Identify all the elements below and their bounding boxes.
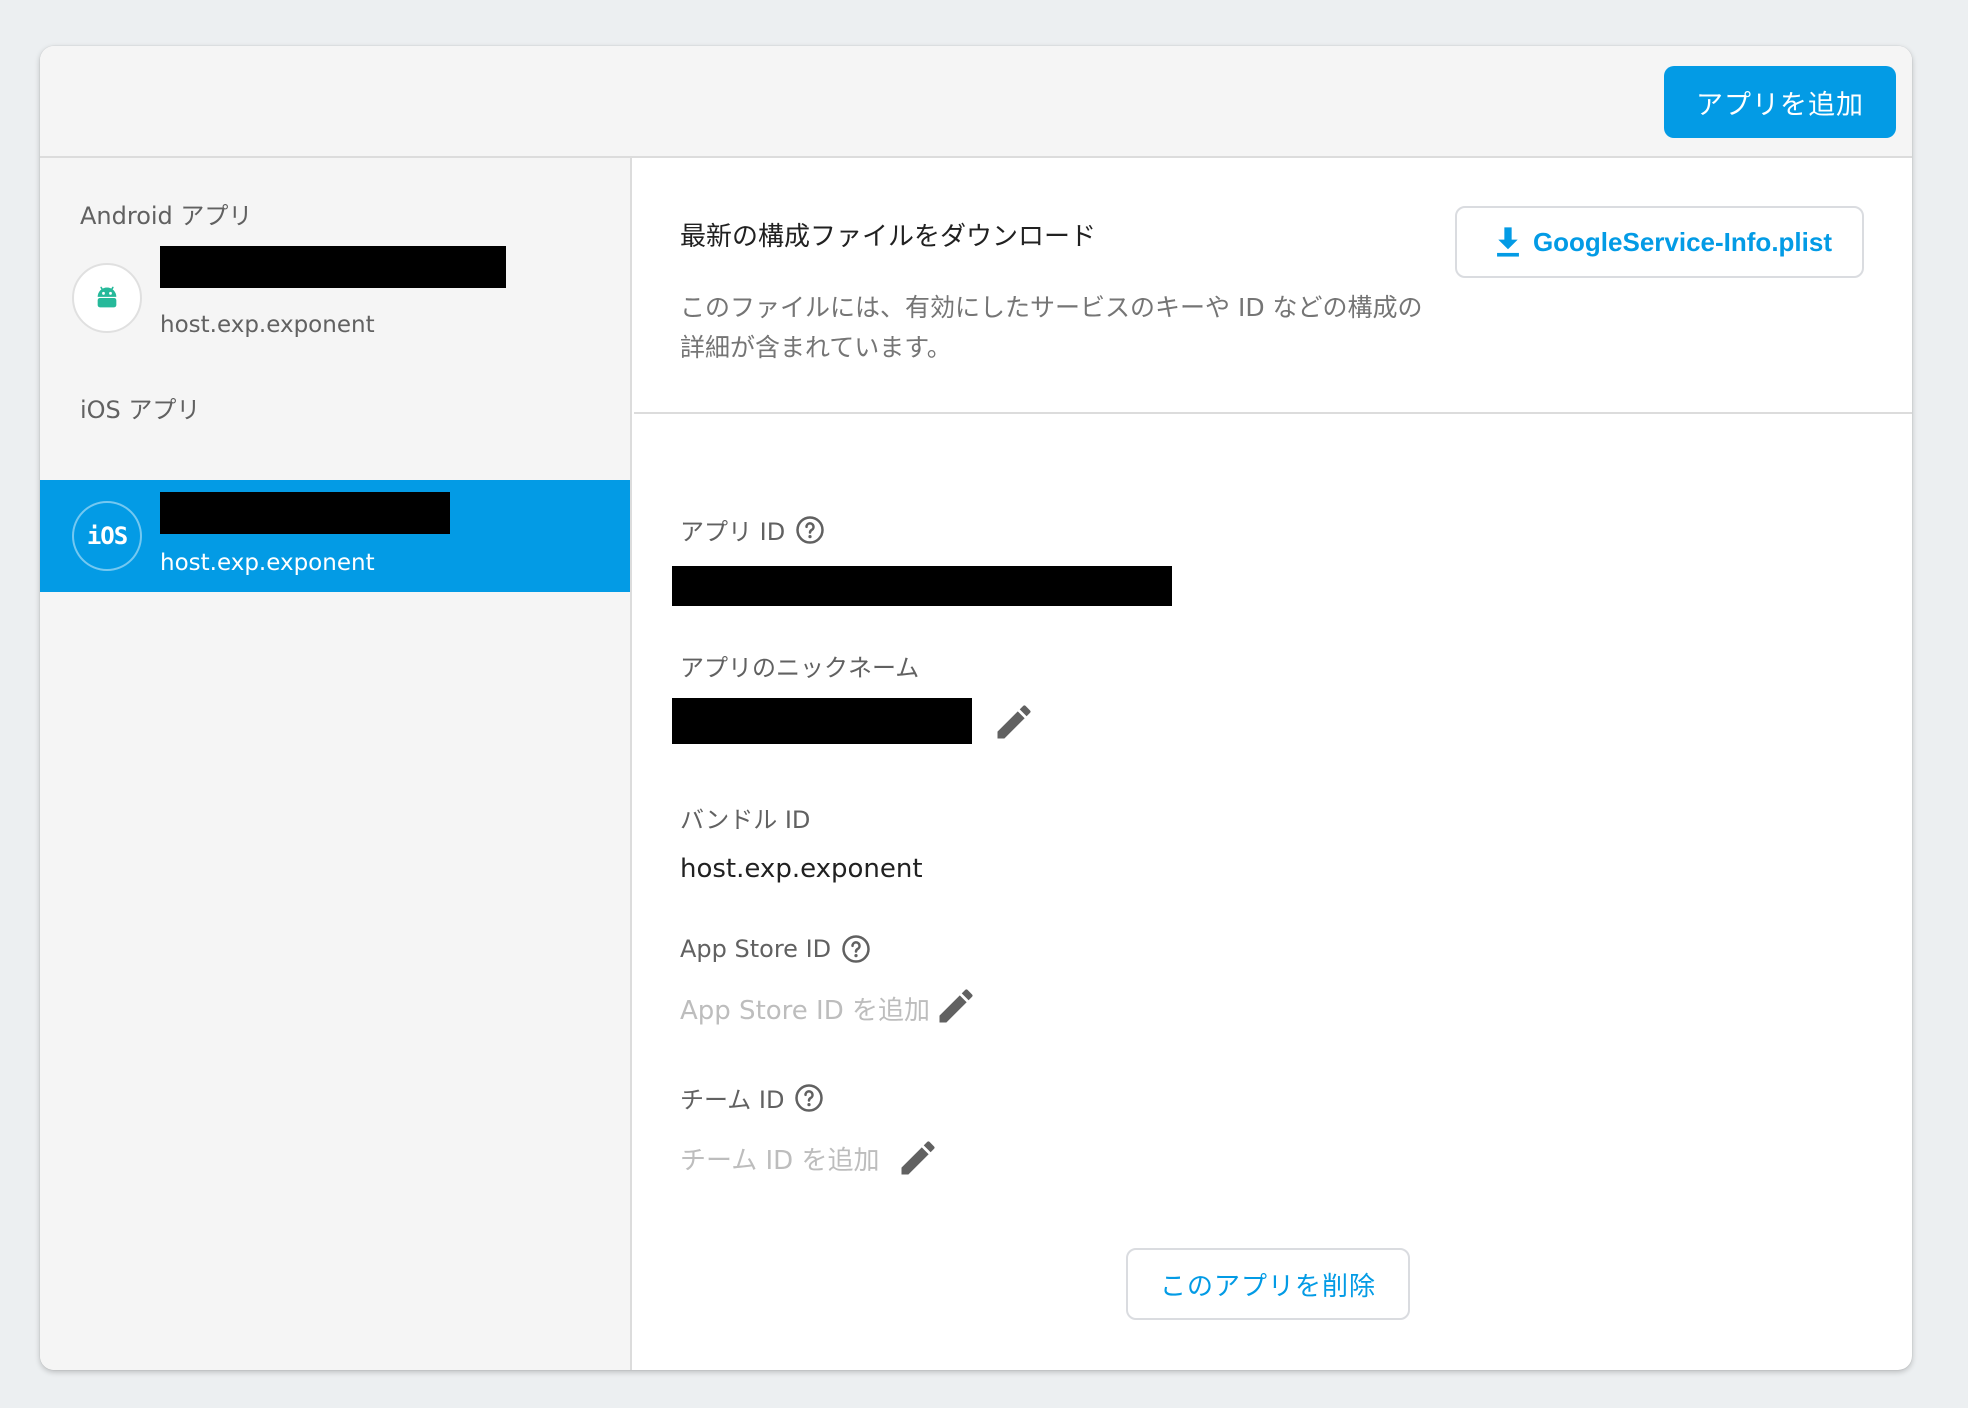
bundle-id-label-text: バンドル ID: [680, 806, 811, 834]
ios-section-label: iOS アプリ: [80, 396, 201, 424]
card-header: アプリを追加: [40, 46, 1912, 158]
nickname-label: アプリのニックネーム: [680, 648, 919, 683]
team-id-label-text: チーム ID: [680, 1086, 785, 1114]
app-list-sidebar: Android アプリ host.exp.exponent iOS アプリ iO…: [40, 158, 632, 1370]
edit-app-store-id-icon[interactable]: [934, 984, 978, 1028]
download-plist-button[interactable]: GoogleService-Info.plist: [1454, 206, 1864, 278]
bundle-id-value: host.exp.exponent: [680, 854, 923, 884]
download-title: 最新の構成ファイルをダウンロード: [680, 222, 1097, 252]
team-id-label: チーム ID: [680, 1080, 824, 1115]
ios-app-avatar: iOS: [72, 501, 142, 571]
redacted-app-id: [672, 566, 1172, 606]
app-id-label-text: アプリ ID: [680, 518, 786, 546]
android-app-avatar: [72, 263, 142, 333]
nickname-label-text: アプリのニックネーム: [680, 654, 920, 682]
app-store-id-placeholder[interactable]: App Store ID を追加: [680, 990, 930, 1027]
app-store-id-label-text: App Store ID: [680, 935, 832, 963]
download-description: このファイルには、有効にしたサービスのキーや ID などの構成の詳細が含まれてい…: [680, 293, 1423, 362]
add-app-button[interactable]: アプリを追加: [1664, 66, 1896, 138]
app-store-id-label: App Store ID: [680, 934, 871, 964]
download-plist-label: GoogleService-Info.plist: [1532, 226, 1832, 257]
ios-app-package: host.exp.exponent: [160, 550, 375, 576]
app-list-item-android[interactable]: host.exp.exponent: [40, 242, 630, 354]
app-details: アプリ ID アプリのニックネーム バンドル ID host.exp.expon…: [634, 416, 1912, 1370]
edit-nickname-icon[interactable]: [992, 700, 1036, 744]
redacted-app-name: [160, 492, 450, 534]
app-id-label: アプリ ID: [680, 512, 825, 547]
android-icon: [97, 286, 117, 308]
delete-app-button[interactable]: このアプリを削除: [1126, 1248, 1411, 1320]
android-section-label: Android アプリ: [80, 202, 253, 230]
help-icon[interactable]: [795, 515, 825, 545]
help-icon[interactable]: [794, 1083, 824, 1113]
android-app-package: host.exp.exponent: [160, 312, 375, 338]
redacted-nickname: [672, 698, 972, 744]
team-id-placeholder[interactable]: チーム ID を追加: [680, 1140, 879, 1177]
download-icon: [1497, 227, 1519, 257]
app-settings-card: アプリを追加 Android アプリ host.exp.exponent iOS…: [40, 46, 1912, 1370]
help-icon[interactable]: [841, 934, 871, 964]
config-download-section: 最新の構成ファイルをダウンロード このファイルには、有効にしたサービスのキーや …: [634, 160, 1912, 414]
edit-team-id-icon[interactable]: [896, 1136, 940, 1180]
redacted-app-name: [160, 246, 506, 288]
app-list-item-ios[interactable]: iOS host.exp.exponent: [40, 480, 630, 592]
bundle-id-label: バンドル ID: [680, 800, 810, 835]
ios-icon: iOS: [86, 522, 128, 550]
